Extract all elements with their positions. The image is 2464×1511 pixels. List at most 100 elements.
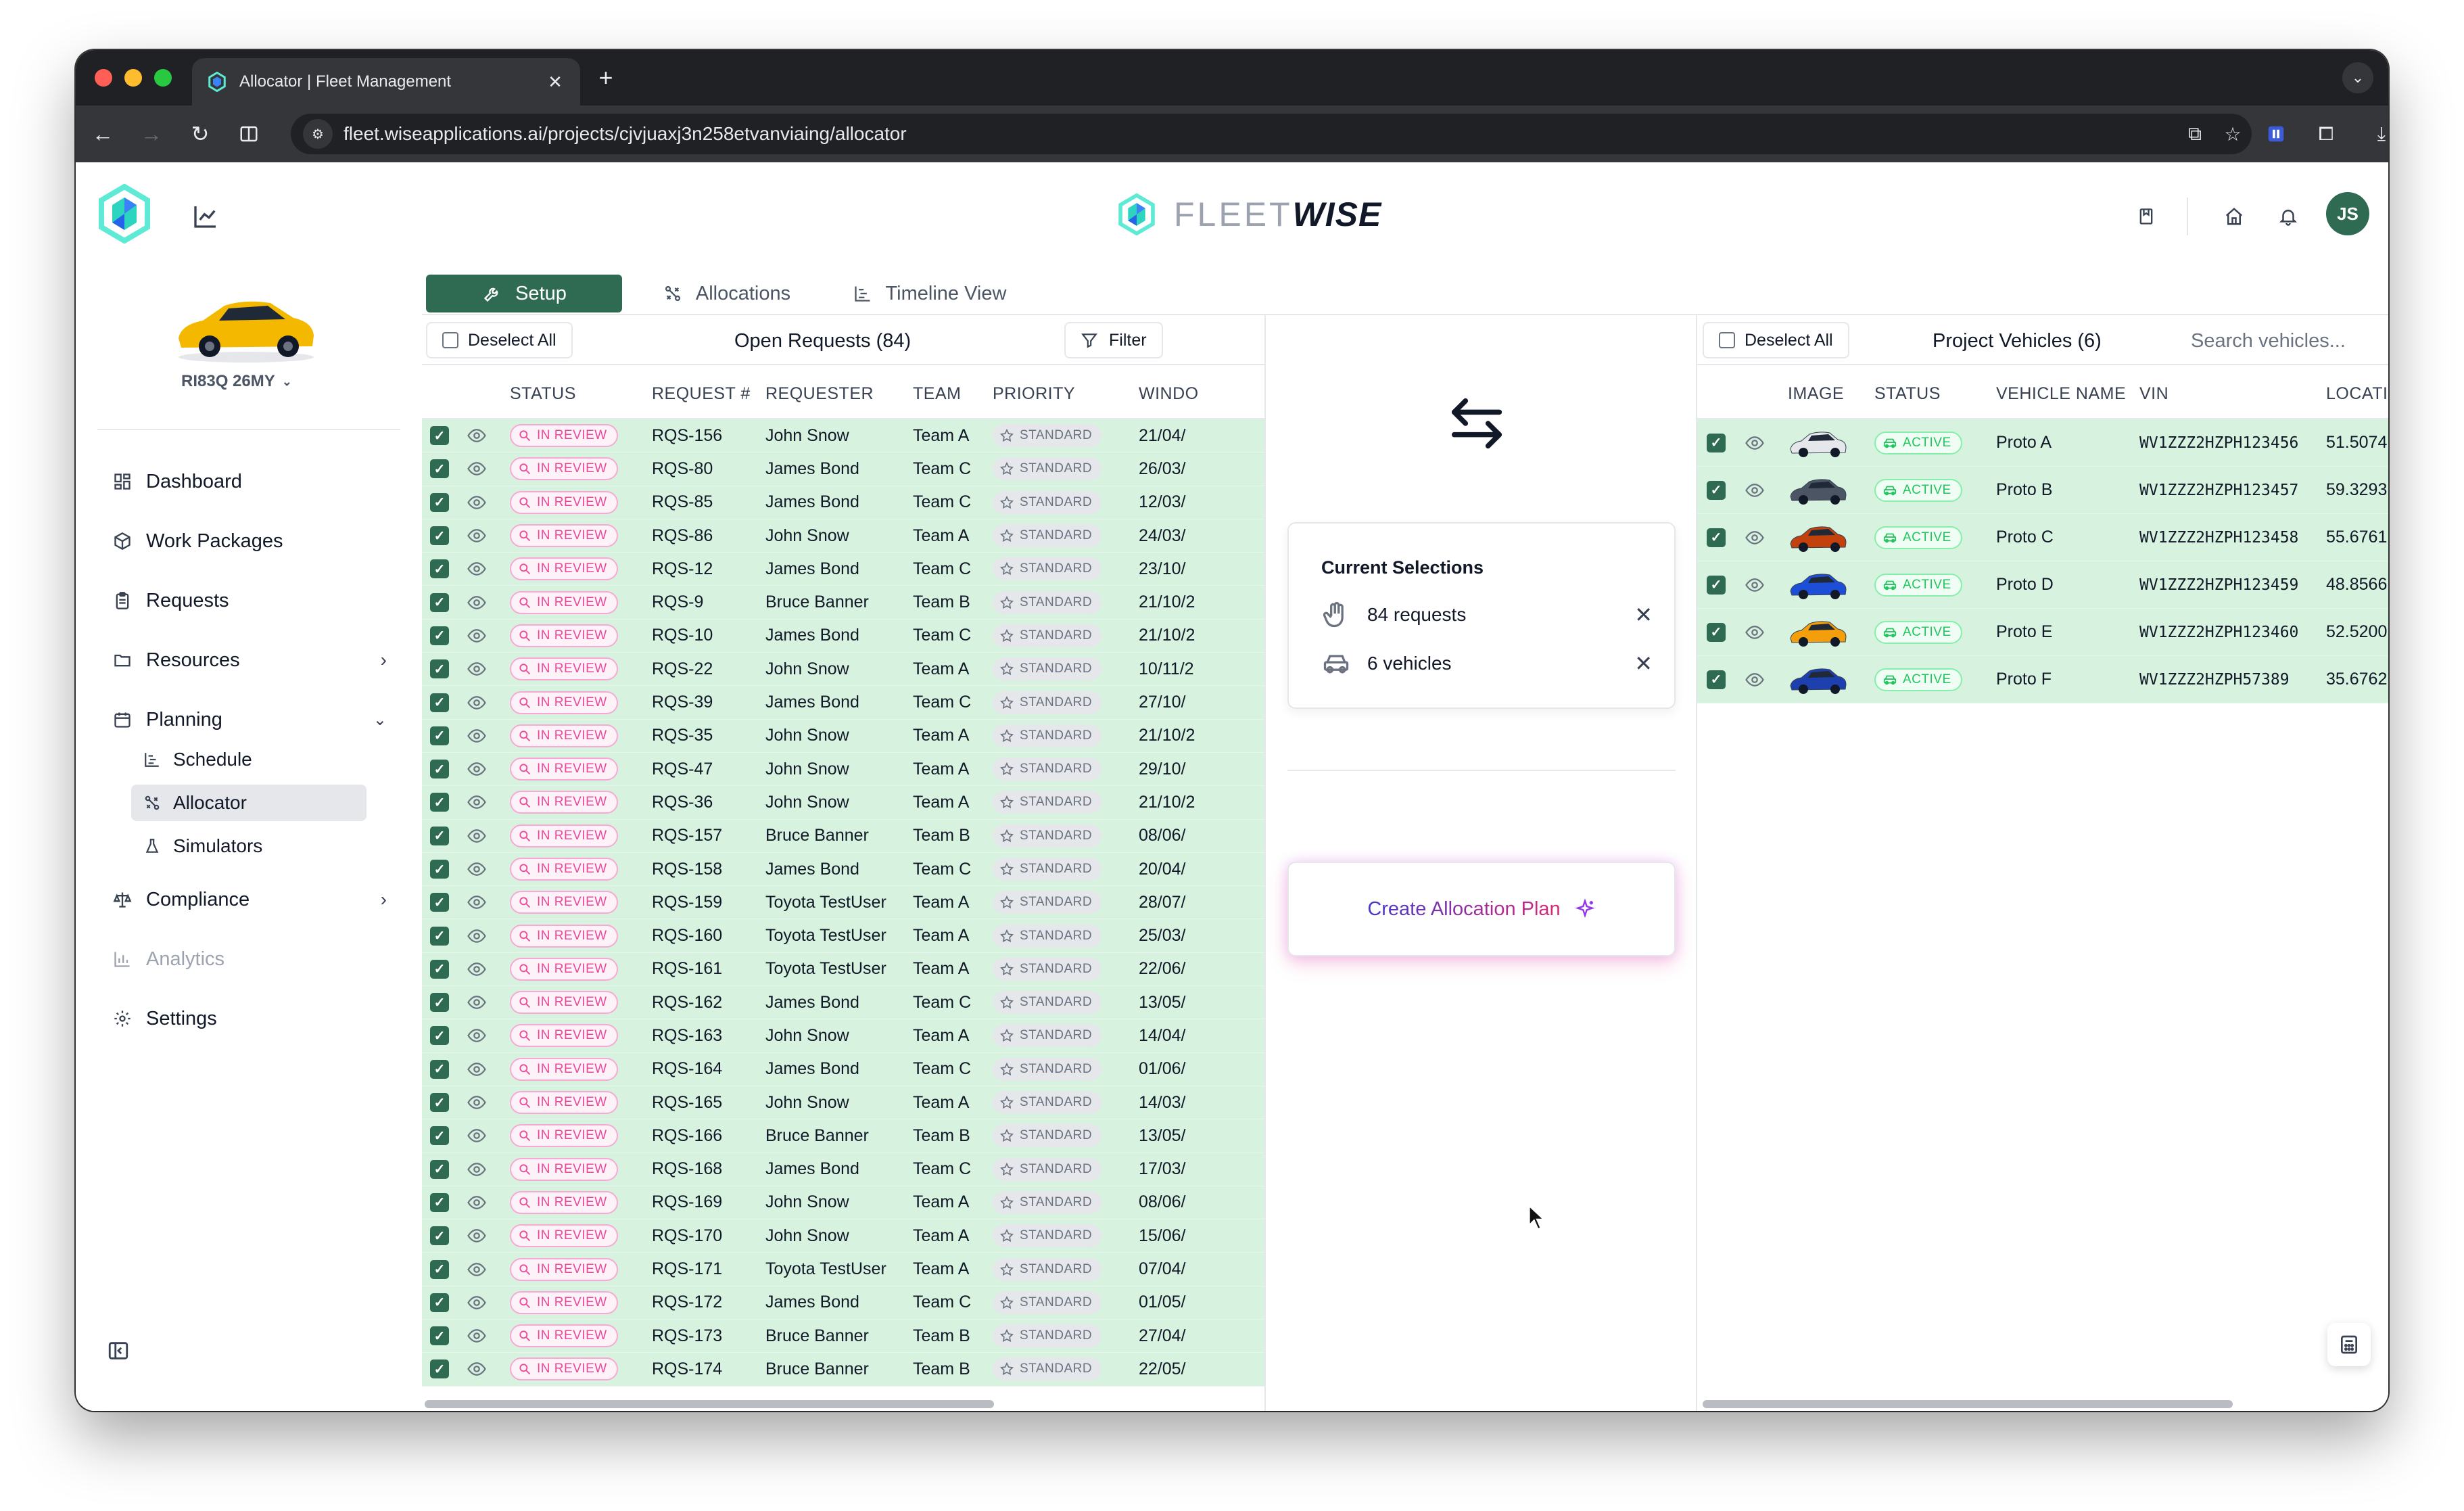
table-row[interactable]: ✓ IN REVIEW RQS-171 Toyota TestUser Team A ST… xyxy=(422,1253,1264,1286)
view-button[interactable] xyxy=(467,1186,487,1219)
vehicle-selector[interactable]: RI83Q 26MY ⌄ xyxy=(181,372,292,391)
view-button[interactable] xyxy=(1745,467,1765,513)
row-checkbox[interactable]: ✓ xyxy=(430,986,449,1019)
sidebar-subitem-allocator[interactable]: Allocator xyxy=(131,785,366,821)
reload-icon[interactable]: ↻ xyxy=(184,118,216,150)
row-checkbox[interactable]: ✓ xyxy=(430,686,449,718)
view-button[interactable] xyxy=(467,419,487,452)
search-vehicles-input[interactable]: Search vehicles... xyxy=(2191,330,2346,352)
row-checkbox[interactable]: ✓ xyxy=(1707,561,1726,608)
sidebar-item-settings[interactable]: Settings xyxy=(97,998,400,1039)
sidebar-subitem-simulators[interactable]: Simulators xyxy=(131,828,366,864)
row-checkbox[interactable]: ✓ xyxy=(430,820,449,852)
tab-timeline-view[interactable]: Timeline View xyxy=(828,275,1030,312)
minimize-window-button[interactable] xyxy=(124,69,142,87)
table-row[interactable]: ✓ IN REVIEW RQS-170 John Snow Team A STANDARD… xyxy=(422,1219,1264,1253)
home-icon[interactable] xyxy=(2219,202,2249,231)
row-checkbox[interactable]: ✓ xyxy=(430,1186,449,1219)
table-row[interactable]: ✓ IN REVIEW RQS-36 John Snow Team A STANDARD 2… xyxy=(422,786,1264,820)
sidebar-item-work-packages[interactable]: Work Packages xyxy=(97,521,400,561)
table-row[interactable]: ✓ ACTIVE Proto D WV1ZZZ2HZPH123459 48.8566,2… xyxy=(1697,561,2388,609)
row-checkbox[interactable]: ✓ xyxy=(1707,609,1726,655)
forward-icon[interactable]: → xyxy=(135,118,168,150)
table-row[interactable]: ✓ IN REVIEW RQS-85 James Bond Team C STANDARD… xyxy=(422,486,1264,519)
table-row[interactable]: ✓ IN REVIEW RQS-165 John Snow Team A STANDARD… xyxy=(422,1086,1264,1120)
row-checkbox[interactable]: ✓ xyxy=(430,486,449,519)
view-button[interactable] xyxy=(467,452,487,485)
view-button[interactable] xyxy=(467,1053,487,1086)
view-button[interactable] xyxy=(1745,609,1765,655)
view-button[interactable] xyxy=(1745,419,1765,466)
view-button[interactable] xyxy=(1745,514,1765,561)
view-button[interactable] xyxy=(467,553,487,585)
bookmark-star-icon[interactable]: ☆ xyxy=(2214,123,2252,145)
table-row[interactable]: ✓ ACTIVE Proto C WV1ZZZ2HZPH123458 55.6761,1… xyxy=(1697,514,2388,561)
view-button[interactable] xyxy=(467,1019,487,1052)
row-checkbox[interactable]: ✓ xyxy=(430,1353,449,1385)
table-row[interactable]: ✓ ACTIVE Proto A WV1ZZZ2HZPH123456 51.5074,-… xyxy=(1697,419,2388,467)
view-button[interactable] xyxy=(467,486,487,519)
collapse-sidebar-icon[interactable] xyxy=(107,1339,130,1362)
deselect-all-vehicles-button[interactable]: Deselect All xyxy=(1703,322,1849,358)
vehicles-horizontal-scrollbar[interactable] xyxy=(1703,1400,2233,1408)
column-header-window[interactable]: WINDO xyxy=(1139,384,1199,404)
row-checkbox[interactable]: ✓ xyxy=(430,586,449,618)
row-checkbox[interactable]: ✓ xyxy=(430,1253,449,1285)
deselect-all-requests-button[interactable]: Deselect All xyxy=(426,322,573,358)
row-checkbox[interactable]: ✓ xyxy=(430,919,449,952)
table-row[interactable]: ✓ ACTIVE Proto B WV1ZZZ2HZPH123457 59.3293,1… xyxy=(1697,467,2388,514)
table-row[interactable]: ✓ IN REVIEW RQS-161 Toyota TestUser Team A ST… xyxy=(422,952,1264,987)
view-button[interactable] xyxy=(467,986,487,1019)
view-button[interactable] xyxy=(467,720,487,752)
view-button[interactable] xyxy=(467,653,487,685)
table-row[interactable]: ✓ ACTIVE Proto F WV1ZZZ2HZPH57389 35.6762,13… xyxy=(1697,656,2388,703)
column-header-image[interactable]: IMAGE xyxy=(1788,384,1844,404)
back-icon[interactable]: ← xyxy=(87,118,119,150)
table-row[interactable]: ✓ IN REVIEW RQS-9 Bruce Banner Team B STANDAR… xyxy=(422,586,1264,620)
address-bar[interactable]: ⚙ fleet.wiseapplications.ai/projects/cjv… xyxy=(291,114,2252,154)
browser-tab[interactable]: Allocator | Fleet Management ✕ xyxy=(192,58,580,106)
table-row[interactable]: ✓ IN REVIEW RQS-168 James Bond Team C STANDAR… xyxy=(422,1153,1264,1186)
table-row[interactable]: ✓ IN REVIEW RQS-162 James Bond Team C STANDAR… xyxy=(422,986,1264,1020)
view-button[interactable] xyxy=(467,1153,487,1186)
extensions-puzzle-icon[interactable]: ⧠ xyxy=(2311,119,2341,149)
view-button[interactable] xyxy=(467,753,487,785)
view-button[interactable] xyxy=(467,820,487,852)
bookmark-icon[interactable] xyxy=(2131,202,2161,231)
view-button[interactable] xyxy=(467,1119,487,1152)
download-icon[interactable]: ⤓ xyxy=(2367,119,2388,149)
table-row[interactable]: ✓ IN REVIEW RQS-158 James Bond Team C STANDAR… xyxy=(422,852,1264,887)
view-button[interactable] xyxy=(467,1320,487,1352)
extension-icon[interactable] xyxy=(2261,119,2291,149)
row-checkbox[interactable]: ✓ xyxy=(430,786,449,818)
view-button[interactable] xyxy=(467,786,487,818)
table-row[interactable]: ✓ IN REVIEW RQS-174 Bruce Banner Team B STAND… xyxy=(422,1353,1264,1387)
column-header-vehicle-name[interactable]: VEHICLE NAME xyxy=(1996,384,2126,404)
row-checkbox[interactable]: ✓ xyxy=(430,653,449,685)
view-button[interactable] xyxy=(467,686,487,718)
column-header-status[interactable]: STATUS xyxy=(1874,384,1941,404)
table-row[interactable]: ✓ IN REVIEW RQS-160 Toyota TestUser Team A ST… xyxy=(422,919,1264,953)
table-row[interactable]: ✓ IN REVIEW RQS-156 John Snow Team A STANDARD… xyxy=(422,419,1264,453)
view-button[interactable] xyxy=(467,1353,487,1385)
column-header-status[interactable]: STATUS xyxy=(510,384,576,404)
tab-search-icon[interactable]: ⌄ xyxy=(2342,62,2373,93)
row-checkbox[interactable]: ✓ xyxy=(430,1320,449,1352)
column-header-team[interactable]: TEAM xyxy=(913,384,961,404)
view-button[interactable] xyxy=(467,953,487,985)
column-header-priority[interactable]: PRIORITY xyxy=(993,384,1075,404)
view-button[interactable] xyxy=(467,519,487,552)
table-row[interactable]: ✓ ACTIVE Proto E WV1ZZZ2HZPH123460 52.5200,1… xyxy=(1697,609,2388,656)
support-chat-button[interactable] xyxy=(2327,1323,2371,1366)
sidebar-item-dashboard[interactable]: Dashboard xyxy=(97,461,400,502)
row-checkbox[interactable]: ✓ xyxy=(430,553,449,585)
table-row[interactable]: ✓ IN REVIEW RQS-172 James Bond Team C STANDAR… xyxy=(422,1286,1264,1320)
row-checkbox[interactable]: ✓ xyxy=(1707,467,1726,513)
table-row[interactable]: ✓ IN REVIEW RQS-35 John Snow Team A STANDARD 2… xyxy=(422,719,1264,753)
row-checkbox[interactable]: ✓ xyxy=(1707,514,1726,561)
view-button[interactable] xyxy=(467,586,487,618)
row-checkbox[interactable]: ✓ xyxy=(430,886,449,919)
view-button[interactable] xyxy=(467,1286,487,1319)
clear-requests-icon[interactable]: ✕ xyxy=(1634,602,1653,628)
row-checkbox[interactable]: ✓ xyxy=(430,853,449,885)
